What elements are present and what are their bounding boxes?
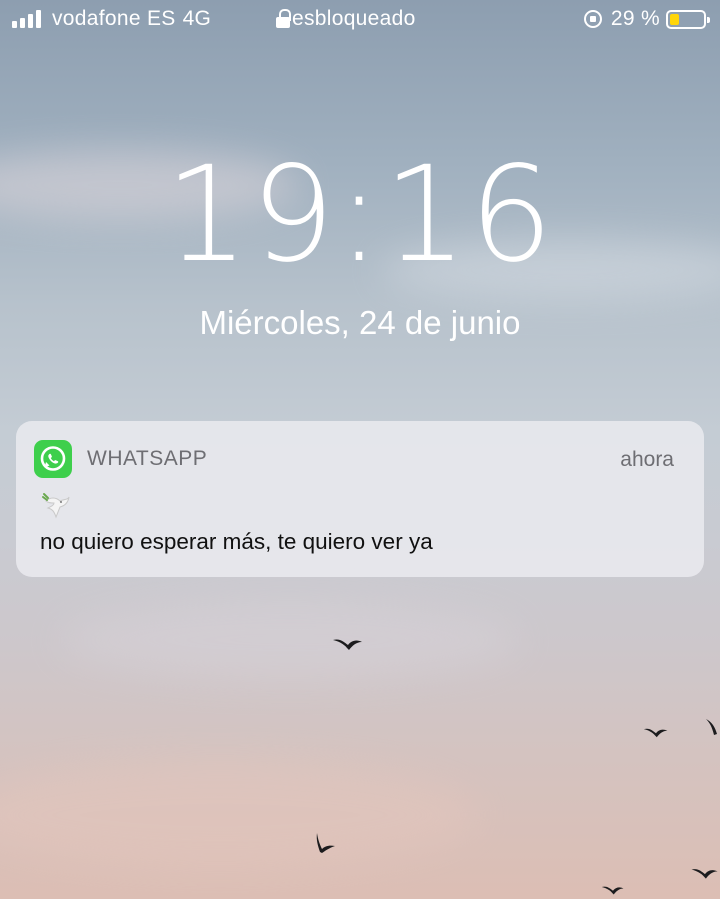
bird (601, 886, 624, 895)
bird (706, 719, 717, 735)
lock-screen-time: 19:16 (164, 138, 556, 292)
status-bar-left: vodafone ES 4G (12, 7, 211, 31)
dove-icon (40, 491, 72, 521)
whatsapp-icon (34, 440, 72, 478)
status-bar: vodafone ES 4G esbloqueado 29 % (0, 0, 720, 38)
whatsapp-notification[interactable]: WHATSAPP ahora no quiero esperar más, te… (16, 421, 704, 577)
battery-fill (670, 13, 679, 25)
bird (333, 639, 362, 650)
lock-screen-date: Miércoles, 24 de junio (199, 304, 521, 341)
notification-app-name: WHATSAPP (87, 447, 208, 470)
lock-icon (276, 9, 291, 29)
bird (316, 833, 335, 853)
battery-percent: 29 % (610, 7, 660, 30)
cloud (0, 760, 480, 870)
network-type: 4G (182, 7, 212, 30)
carrier-name: vodafone ES (52, 7, 176, 30)
status-bar-right: 29 % (583, 7, 710, 31)
orientation-lock-icon (583, 10, 602, 28)
status-bar-center: esbloqueado (276, 7, 416, 31)
lock-status-text: esbloqueado (292, 7, 416, 30)
bird (643, 728, 668, 738)
notification-message: no quiero esperar más, te quiero ver ya (40, 529, 433, 554)
bird (691, 869, 718, 879)
battery-icon (666, 9, 710, 29)
notification-timestamp: ahora (620, 448, 674, 471)
signal-icon (12, 10, 44, 28)
cloud (60, 600, 520, 680)
